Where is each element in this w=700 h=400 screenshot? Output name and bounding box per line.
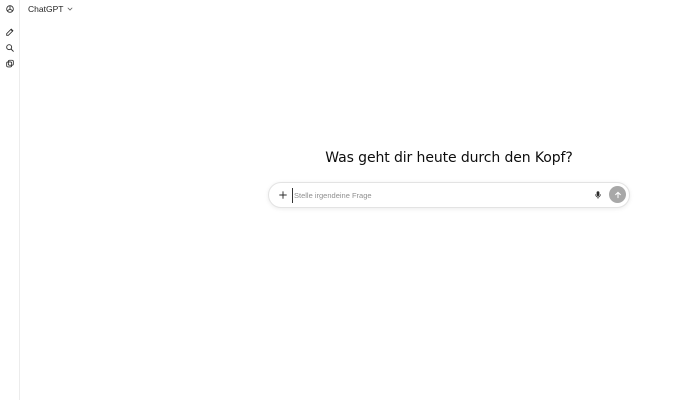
attach-button[interactable] [276, 188, 290, 202]
model-selector-label: ChatGPT [28, 4, 64, 14]
prompt-composer [268, 182, 630, 208]
arrow-up-icon [614, 191, 621, 198]
dictate-button[interactable] [592, 189, 604, 201]
send-button[interactable] [609, 186, 626, 203]
prompt-input[interactable] [292, 188, 582, 203]
library-button[interactable] [2, 56, 17, 71]
library-icon [5, 59, 14, 67]
sidebar-rail [0, 0, 20, 400]
model-selector[interactable]: ChatGPT [28, 2, 73, 16]
new-chat-icon [5, 27, 14, 36]
microphone-icon [595, 191, 601, 199]
new-chat-button[interactable] [2, 24, 17, 39]
page-title: Was geht dir heute durch den Kopf? [325, 150, 573, 166]
openai-logo-icon [5, 4, 14, 13]
search-button[interactable] [2, 40, 17, 55]
search-icon [5, 43, 14, 52]
plus-icon [279, 191, 287, 199]
openai-logo-button[interactable] [2, 1, 17, 16]
chevron-down-icon [67, 6, 73, 12]
